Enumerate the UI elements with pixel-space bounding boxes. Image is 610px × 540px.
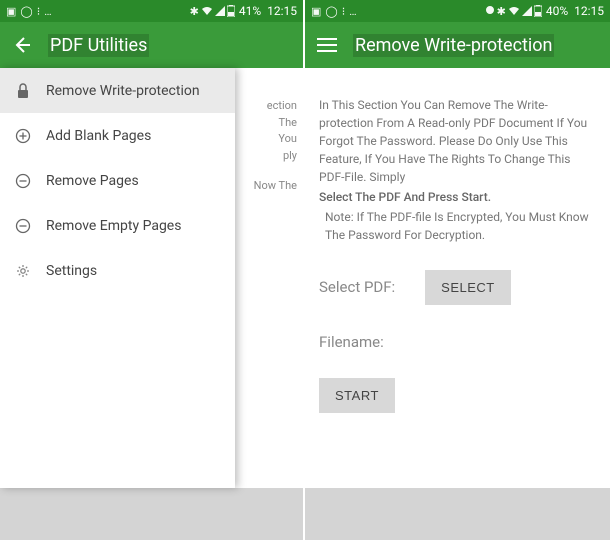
app-title: PDF Utilities <box>48 34 149 57</box>
select-pdf-label: Select PDF: <box>319 276 395 299</box>
location-icon <box>485 6 495 16</box>
drawer-item-settings[interactable]: Settings <box>0 248 235 293</box>
description-instruction: Select The PDF And Press Start. <box>319 188 596 206</box>
bottom-bar <box>305 488 610 540</box>
description-text: In This Section You Can Remove The Write… <box>319 96 596 186</box>
app-bar: PDF Utilities <box>0 22 303 68</box>
start-button[interactable]: START <box>319 378 395 413</box>
more-icon: … <box>44 5 51 18</box>
signal-icon <box>215 6 225 16</box>
bottom-bar <box>0 488 303 540</box>
battery-icon <box>227 5 235 17</box>
screenshot-icon: ▣ <box>6 5 16 18</box>
main-content: In This Section You Can Remove The Write… <box>305 68 610 540</box>
back-icon[interactable] <box>12 35 32 55</box>
navigation-drawer: Remove Write-protection Add Blank Pages … <box>0 68 235 488</box>
drawer-item-remove-empty-pages[interactable]: Remove Empty Pages <box>0 203 235 248</box>
status-bar: ▣ ◯ ⁝ … ✱ 41% 12:15 <box>0 0 303 22</box>
screenshot-icon: ▣ <box>311 5 321 18</box>
lock-icon <box>14 82 32 100</box>
battery-percent: 41% <box>239 4 261 18</box>
gear-icon <box>14 262 32 280</box>
description-note: Note: If The PDF-file Is Encrypted, You … <box>319 208 596 244</box>
minus-icon <box>14 217 32 235</box>
drawer-item-label: Remove Write-protection <box>46 83 200 99</box>
minus-icon <box>14 172 32 190</box>
wifi-icon <box>508 6 520 16</box>
clock-time: 12:15 <box>267 4 297 18</box>
filename-row: Filename: <box>319 331 596 354</box>
vibrate-icon: ✱ <box>497 5 506 18</box>
drawer-item-remove-pages[interactable]: Remove Pages <box>0 158 235 203</box>
select-pdf-row: Select PDF: SELECT <box>319 270 596 305</box>
circle-icon: ◯ <box>325 5 337 18</box>
menu-icon: ⁝ <box>37 5 41 18</box>
page-title: Remove Write-protection <box>353 34 554 57</box>
battery-icon <box>534 5 542 17</box>
select-button[interactable]: SELECT <box>425 270 511 305</box>
plus-icon <box>14 127 32 145</box>
status-bar: ▣ ◯ ⁝ … ✱ 40% 12:15 <box>305 0 610 22</box>
drawer-item-label: Remove Empty Pages <box>46 218 181 234</box>
more-icon: … <box>349 5 356 18</box>
screen-right: ▣ ◯ ⁝ … ✱ 40% 12:15 Remove <box>305 0 610 540</box>
clock-time: 12:15 <box>574 4 604 18</box>
wifi-icon <box>201 6 213 16</box>
drawer-item-label: Settings <box>46 263 97 279</box>
drawer-item-add-blank-pages[interactable]: Add Blank Pages <box>0 113 235 158</box>
menu-icon: ⁝ <box>342 5 346 18</box>
drawer-item-label: Add Blank Pages <box>46 128 151 144</box>
hamburger-icon[interactable] <box>317 37 337 53</box>
battery-percent: 40% <box>546 4 568 18</box>
filename-label: Filename: <box>319 331 384 354</box>
drawer-item-label: Remove Pages <box>46 173 139 189</box>
app-bar: Remove Write-protection <box>305 22 610 68</box>
drawer-item-remove-write-protection[interactable]: Remove Write-protection <box>0 68 235 113</box>
vibrate-icon: ✱ <box>190 5 199 18</box>
circle-icon: ◯ <box>20 5 32 18</box>
screen-left: ▣ ◯ ⁝ … ✱ 41% 12:15 PDF Utilities ect <box>0 0 305 540</box>
signal-icon <box>522 6 532 16</box>
backdrop-text: ection The You ply Now The <box>235 68 303 195</box>
